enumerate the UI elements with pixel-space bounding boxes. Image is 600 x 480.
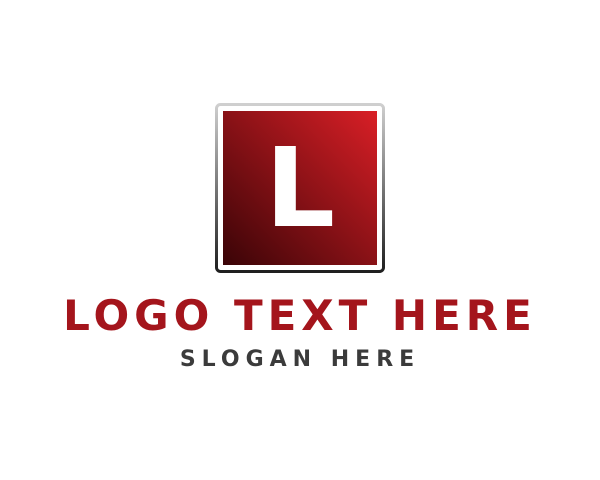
logo-canvas: L LOGO TEXT HERE SLOGAN HERE <box>0 0 600 480</box>
logo-slogan: SLOGAN HERE <box>179 347 421 372</box>
emblem-graphic: L <box>215 103 385 273</box>
logo-title: LOGO TEXT HERE <box>63 291 537 340</box>
emblem-initial: L <box>265 124 335 252</box>
square-letter-emblem-icon: L <box>215 103 385 273</box>
